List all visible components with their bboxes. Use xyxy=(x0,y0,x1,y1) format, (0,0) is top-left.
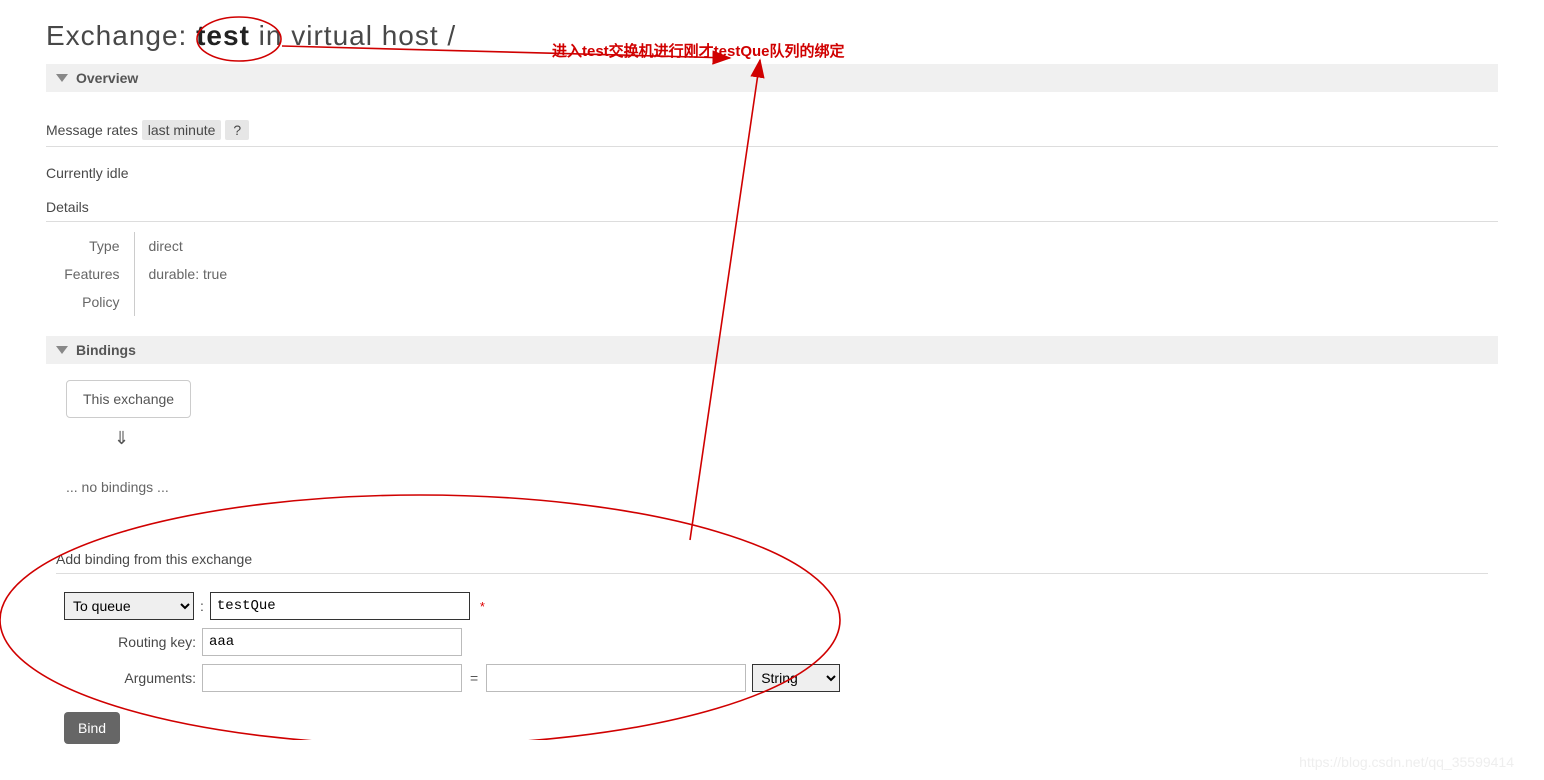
bindings-label: Bindings xyxy=(76,342,136,358)
chevron-down-icon xyxy=(56,74,68,82)
table-row: Type direct xyxy=(46,232,241,260)
down-arrow-icon: ⇓ xyxy=(114,428,1488,449)
routing-key-input[interactable] xyxy=(202,628,462,656)
bindings-header[interactable]: Bindings xyxy=(46,336,1498,364)
argument-type-select[interactable]: String xyxy=(752,664,840,692)
annotation-text: 进入test交换机进行刚才testQue队列的绑定 xyxy=(552,40,845,61)
required-indicator: * xyxy=(470,599,485,614)
overview-header[interactable]: Overview xyxy=(46,64,1498,92)
add-binding-label: Add binding from this exchange xyxy=(56,551,1488,573)
table-row: Features durable: true xyxy=(46,260,241,288)
policy-key: Policy xyxy=(46,288,134,316)
chevron-down-icon xyxy=(56,346,68,354)
arguments-row: Arguments: = String xyxy=(64,664,1488,692)
bind-button[interactable]: Bind xyxy=(64,712,120,744)
details-label: Details xyxy=(46,199,1498,221)
title-prefix: Exchange: xyxy=(46,20,196,51)
no-bindings-text: ... no bindings ... xyxy=(66,479,1488,495)
features-key: Features xyxy=(46,260,134,288)
destination-row: To queue : * xyxy=(64,592,1488,620)
divider xyxy=(46,221,1498,222)
type-val: direct xyxy=(134,232,241,260)
table-row: Policy xyxy=(46,288,241,316)
to-target-select[interactable]: To queue xyxy=(64,592,194,620)
add-binding-form: To queue : * Routing key: Arguments: = S… xyxy=(64,592,1488,744)
arguments-label: Arguments: xyxy=(64,670,202,686)
this-exchange-box: This exchange xyxy=(66,380,191,418)
details-table: Type direct Features durable: true Polic… xyxy=(46,232,241,316)
routing-key-label: Routing key: xyxy=(64,634,202,650)
routing-key-row: Routing key: xyxy=(64,628,1488,656)
message-rates-row: Message rates last minute ? xyxy=(46,120,1498,146)
argument-value-input[interactable] xyxy=(486,664,746,692)
divider xyxy=(56,573,1488,574)
type-key: Type xyxy=(46,232,134,260)
overview-label: Overview xyxy=(76,70,138,86)
help-button[interactable]: ? xyxy=(225,120,249,140)
destination-name-input[interactable] xyxy=(210,592,470,620)
watermark: https://blog.csdn.net/qq_35599414 xyxy=(1299,754,1514,770)
message-rates-value[interactable]: last minute xyxy=(142,120,222,140)
message-rates-label: Message rates xyxy=(46,122,138,138)
colon: : xyxy=(194,598,210,614)
features-val: durable: true xyxy=(134,260,241,288)
idle-status: Currently idle xyxy=(46,165,1498,181)
policy-val xyxy=(134,288,241,316)
equals-icon: = xyxy=(462,670,486,686)
exchange-name: test xyxy=(196,20,250,51)
divider xyxy=(46,146,1498,147)
argument-key-input[interactable] xyxy=(202,664,462,692)
title-suffix: in virtual host / xyxy=(250,20,456,51)
